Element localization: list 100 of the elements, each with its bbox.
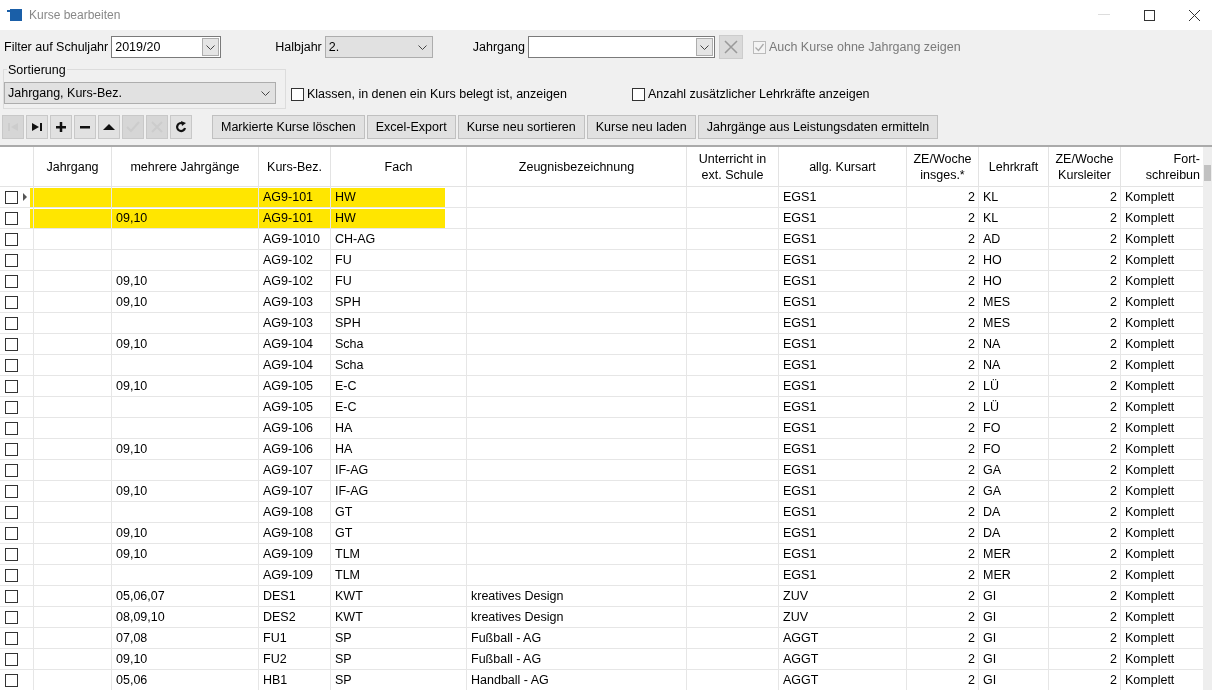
table-cell: 09,10 bbox=[111, 523, 258, 544]
row-checkbox[interactable] bbox=[5, 442, 18, 456]
row-checkbox[interactable] bbox=[5, 484, 18, 498]
row-checkbox[interactable] bbox=[5, 589, 18, 603]
table-row[interactable]: AG9-107 IF-AG EGS1 2 GA 2 Komplett bbox=[0, 460, 1203, 481]
table-row[interactable]: 09,10 AG9-106 HA EGS1 2 FO 2 Komplett bbox=[0, 439, 1203, 460]
table-cell: 2 bbox=[1048, 628, 1120, 649]
add-button[interactable] bbox=[50, 115, 72, 139]
row-checkbox[interactable] bbox=[5, 631, 18, 645]
table-cell: GI bbox=[978, 649, 1048, 670]
row-checkbox[interactable] bbox=[5, 505, 18, 519]
row-checkbox[interactable] bbox=[5, 463, 18, 477]
row-checkbox[interactable] bbox=[5, 400, 18, 414]
table-row[interactable]: AG9-104 Scha EGS1 2 NA 2 Komplett bbox=[0, 355, 1203, 376]
last-button[interactable] bbox=[26, 115, 48, 139]
column-header[interactable]: Fort- schreibun bbox=[1145, 150, 1200, 183]
row-checkbox[interactable] bbox=[5, 316, 18, 330]
column-header[interactable]: ZE/Woche insges.* bbox=[913, 150, 972, 183]
column-header[interactable]: Fach bbox=[384, 158, 413, 175]
table-row[interactable]: AG9-1010 CH-AG EGS1 2 AD 2 Komplett bbox=[0, 229, 1203, 250]
table-cell: AGGT bbox=[778, 649, 906, 670]
row-checkbox[interactable] bbox=[5, 211, 18, 225]
sortierung-dropdown[interactable]: Jahrgang, Kurs-Bez. bbox=[4, 82, 276, 104]
row-checkbox[interactable] bbox=[5, 253, 18, 267]
table-row[interactable]: 09,10 AG9-108 GT EGS1 2 DA 2 Komplett bbox=[0, 523, 1203, 544]
table-cell: NA bbox=[978, 355, 1048, 376]
table-row[interactable]: AG9-103 SPH EGS1 2 MES 2 Komplett bbox=[0, 313, 1203, 334]
column-header[interactable]: Lehrkraft bbox=[988, 158, 1039, 175]
table-row[interactable]: AG9-105 E-C EGS1 2 LÜ 2 Komplett bbox=[0, 397, 1203, 418]
checkbox[interactable] bbox=[631, 87, 645, 101]
table-cell: 08,09,10 bbox=[111, 607, 258, 628]
table-cell: 05,06,07 bbox=[111, 586, 258, 607]
row-checkbox[interactable] bbox=[5, 379, 18, 393]
row-checkbox[interactable] bbox=[5, 295, 18, 309]
table-row[interactable]: 09,10 AG9-107 IF-AG EGS1 2 GA 2 Komplett bbox=[0, 481, 1203, 502]
column-header[interactable]: allg. Kursart bbox=[809, 158, 876, 175]
table-cell: 09,10 bbox=[111, 376, 258, 397]
table-row[interactable]: 09,10 AG9-105 E-C EGS1 2 LÜ 2 Komplett bbox=[0, 376, 1203, 397]
schuljahr-dropdown[interactable]: 2019/20 bbox=[111, 36, 222, 58]
table-cell: AG9-106 bbox=[258, 418, 330, 439]
table-row[interactable]: 08,09,10 DES2 KWT kreatives Design ZUV 2 GI 2 Komplett bbox=[0, 607, 1203, 628]
row-checkbox[interactable] bbox=[5, 358, 18, 372]
table-row[interactable]: 09,10 AG9-103 SPH EGS1 2 MES 2 Komplett bbox=[0, 292, 1203, 313]
table-cell: HW bbox=[330, 187, 466, 208]
toolbar-button[interactable]: Kurse neu laden bbox=[586, 115, 696, 139]
table-row[interactable]: AG9-102 FU EGS1 2 HO 2 Komplett bbox=[0, 250, 1203, 271]
maximize-icon[interactable] bbox=[1144, 9, 1155, 21]
table-cell: AG9-103 bbox=[258, 292, 330, 313]
row-checkbox[interactable] bbox=[5, 190, 18, 204]
table-cell: AG9-108 bbox=[258, 502, 330, 523]
row-checkbox[interactable] bbox=[5, 337, 18, 351]
table-row[interactable]: 05,06,07 DES1 KWT kreatives Design ZUV 2 GI 2 Komplett bbox=[0, 586, 1203, 607]
row-checkbox[interactable] bbox=[5, 232, 18, 246]
checkbox[interactable] bbox=[291, 87, 304, 101]
row-checkbox[interactable] bbox=[5, 673, 18, 687]
table-cell: 2 bbox=[906, 292, 978, 313]
row-checkbox[interactable] bbox=[5, 274, 18, 288]
table-row[interactable]: AG9-106 HA EGS1 2 FO 2 Komplett bbox=[0, 418, 1203, 439]
table-row[interactable]: 09,10 FU2 SP Fußball - AG AGGT 2 GI 2 Komplett bbox=[0, 649, 1203, 670]
table-row[interactable]: 09,10 AG9-102 FU EGS1 2 HO 2 Komplett bbox=[0, 271, 1203, 292]
delete-button[interactable] bbox=[74, 115, 96, 139]
table-cell: EGS1 bbox=[778, 313, 906, 334]
table-cell: AG9-107 bbox=[258, 481, 330, 502]
row-checkbox[interactable] bbox=[5, 652, 18, 666]
row-checkbox[interactable] bbox=[5, 526, 18, 540]
row-checkbox[interactable] bbox=[5, 421, 18, 435]
table-cell: GA bbox=[978, 481, 1048, 502]
up-button[interactable] bbox=[98, 115, 120, 139]
row-checkbox[interactable] bbox=[5, 547, 18, 561]
table-row[interactable]: 09,10 AG9-104 Scha EGS1 2 NA 2 Komplett bbox=[0, 334, 1203, 355]
jahrgang-dropdown[interactable] bbox=[527, 36, 715, 58]
column-header[interactable]: Zeugnisbezeichnung bbox=[518, 158, 635, 175]
column-header[interactable]: Kurs-Bez. bbox=[267, 158, 322, 175]
table-cell: 2 bbox=[1048, 397, 1120, 418]
table-row[interactable]: 09,10 AG9-109 TLM EGS1 2 MER 2 Komplett bbox=[0, 544, 1203, 565]
column-header[interactable]: Jahrgang bbox=[46, 158, 99, 175]
column-header[interactable]: Unterricht in ext. Schule bbox=[698, 150, 767, 183]
refresh-button[interactable] bbox=[170, 115, 192, 139]
toolbar-button[interactable]: Markierte Kurse löschen bbox=[212, 115, 365, 139]
table-row[interactable]: AG9-101 HW EGS1 2 KL 2 Komplett bbox=[0, 187, 1203, 208]
row-checkbox[interactable] bbox=[5, 568, 18, 582]
halbjahr-dropdown[interactable]: 2. bbox=[324, 36, 433, 58]
toolbar-button[interactable]: Jahrgänge aus Leistungsdaten ermitteln bbox=[697, 115, 939, 139]
table-row[interactable]: AG9-109 TLM EGS1 2 MER 2 Komplett bbox=[0, 565, 1203, 586]
column-header[interactable]: ZE/Woche Kursleiter bbox=[1055, 150, 1114, 183]
row-checkbox[interactable] bbox=[5, 610, 18, 624]
table-cell: EGS1 bbox=[778, 481, 906, 502]
table-cell: 2 bbox=[1048, 586, 1120, 607]
toolbar-button[interactable]: Excel-Export bbox=[366, 115, 456, 139]
table-row[interactable]: AG9-108 GT EGS1 2 DA 2 Komplett bbox=[0, 502, 1203, 523]
close-icon[interactable] bbox=[1189, 9, 1200, 21]
table-row[interactable]: 05,06 HB1 SP Handball - AG AGGT 2 GI 2 Komplett bbox=[0, 670, 1203, 690]
table-cell: 2 bbox=[906, 208, 978, 229]
table-cell: 2 bbox=[906, 586, 978, 607]
scrollbar[interactable] bbox=[1203, 147, 1212, 690]
column-header[interactable]: mehrere Jahrgänge bbox=[130, 158, 240, 175]
table-cell: 2 bbox=[1048, 460, 1120, 481]
table-row[interactable]: 07,08 FU1 SP Fußball - AG AGGT 2 GI 2 Komplett bbox=[0, 628, 1203, 649]
toolbar-button[interactable]: Kurse neu sortieren bbox=[457, 115, 585, 139]
table-row[interactable]: 09,10 AG9-101 HW EGS1 2 KL 2 Komplett bbox=[0, 208, 1203, 229]
